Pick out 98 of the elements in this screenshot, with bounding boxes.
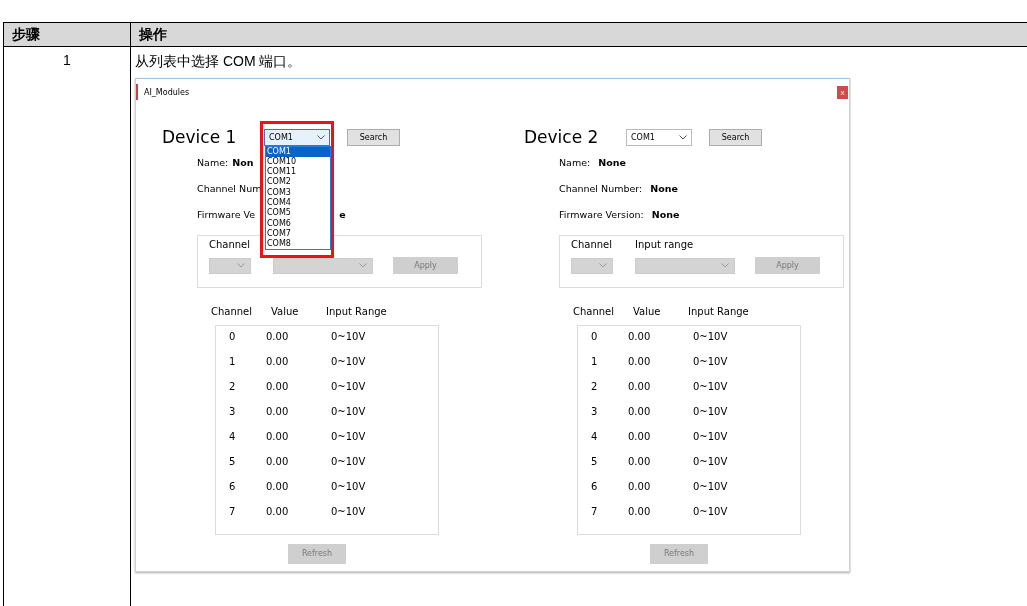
info-value: None — [650, 183, 678, 194]
table-cell-text: 0.00 — [628, 406, 652, 419]
port-option[interactable]: COM4 — [266, 198, 330, 209]
table-cell-text: 3 — [228, 406, 237, 419]
table-cell-text: 0~10V — [331, 431, 367, 444]
table-cell-text: 0~10V — [693, 506, 729, 519]
table-cell-text: 0.00 — [628, 356, 652, 369]
port-option[interactable]: COM7 — [266, 228, 330, 240]
info-label: Firmware Ve — [197, 209, 256, 220]
table-cell-text: 2 — [228, 381, 237, 394]
port-option[interactable]: COM5 — [266, 208, 330, 219]
table-cell-text: 6 — [590, 481, 599, 494]
table-header: 操作 — [138, 25, 168, 44]
search-button[interactable]: Search — [709, 128, 762, 146]
table-cell-text: 0~10V — [693, 331, 729, 344]
info-value: None — [598, 157, 626, 168]
table-cell-text: 0.00 — [266, 406, 290, 419]
close-button[interactable]: x — [837, 85, 848, 99]
table-cell-text: 0.00 — [628, 481, 652, 494]
table-cell-text: 0~10V — [331, 331, 367, 344]
table-cell-text: 0.00 — [266, 506, 290, 519]
table-cell-text: 5 — [590, 456, 599, 469]
table-cell-text: 0.00 — [628, 506, 652, 519]
table-cell-text: 2 — [590, 381, 599, 394]
search-button[interactable]: Search — [347, 128, 400, 146]
table-cell-text: 1 — [590, 356, 599, 369]
table-cell-text: 4 — [228, 431, 237, 444]
port-option[interactable]: COM6 — [266, 218, 330, 229]
column-header: Value — [271, 306, 300, 319]
info-label: Name: — [197, 157, 229, 168]
info-label: Firmware Version: — [559, 209, 644, 220]
chevron-down-icon — [679, 134, 687, 140]
info-value: e — [339, 209, 346, 220]
window-title: AI_Modules — [144, 87, 190, 97]
port-dropdown[interactable]: COM1 — [264, 128, 330, 146]
port-option[interactable]: COM3 — [266, 187, 330, 198]
column-header: Input Range — [326, 306, 388, 319]
table-cell-text: 0~10V — [331, 381, 367, 394]
table-cell-text: 0.00 — [266, 431, 290, 444]
table-cell-text: 0.00 — [628, 431, 652, 444]
device-title: Device 1 — [162, 127, 238, 147]
table-cell-text: 0~10V — [331, 406, 367, 419]
table-cell-text: 0~10V — [693, 481, 729, 494]
info-value: Non — [232, 157, 254, 168]
table-cell-text: 0~10V — [331, 481, 367, 494]
table-cell-text: 0~10V — [693, 431, 729, 444]
chevron-down-icon — [721, 263, 729, 268]
table-cell-text: 0.00 — [628, 381, 652, 394]
instruction-text: 从列表中选择 COM 端口。 — [135, 52, 303, 70]
info-label: Name: — [559, 157, 591, 168]
table-cell-text: 0.00 — [628, 331, 652, 344]
input-range-label: Input range — [635, 239, 694, 252]
device-title: Device 2 — [524, 127, 600, 147]
table-cell-text: 0~10V — [693, 406, 729, 419]
table-cell-text: 0~10V — [331, 506, 367, 519]
table-header: 步骤 — [4, 23, 131, 46]
table-cell-text: 7 — [228, 506, 237, 519]
table-cell-text: 0.00 — [628, 456, 652, 469]
port-option[interactable]: COM10 — [266, 156, 330, 168]
chevron-down-icon — [317, 134, 325, 140]
table-cell-text: 0.00 — [266, 381, 290, 394]
port-option[interactable]: COM11 — [266, 167, 330, 178]
table-cell-text: 0~10V — [693, 356, 729, 369]
channel-dropdown[interactable] — [209, 257, 251, 274]
table-cell-text: 7 — [590, 506, 599, 519]
input-range-dropdown[interactable] — [635, 257, 735, 274]
column-header: Value — [633, 306, 662, 319]
column-header: Channel — [573, 306, 616, 319]
table-cell-text: 0 — [590, 331, 599, 344]
chevron-down-icon — [237, 263, 245, 268]
table-cell-text: 4 — [590, 431, 599, 444]
table-cell-text: 5 — [228, 456, 237, 469]
port-option[interactable]: COM1 — [266, 146, 330, 157]
port-option[interactable]: COM2 — [266, 177, 330, 188]
port-option[interactable]: COM8 — [266, 239, 330, 250]
input-range-dropdown[interactable] — [273, 257, 373, 274]
column-header: Input Range — [688, 306, 750, 319]
table-cell-text: 6 — [228, 481, 237, 494]
table-cell-text: 0 — [228, 331, 237, 344]
table-cell-text: 3 — [590, 406, 599, 419]
step-number: 1 — [63, 52, 71, 68]
info-label: Channel Number: — [559, 183, 643, 194]
table-cell-text: 0.00 — [266, 481, 290, 494]
channel-label: Channel — [571, 239, 614, 252]
table-cell-text: 0~10V — [331, 356, 367, 369]
column-header: Channel — [211, 306, 254, 319]
table-cell-text: 1 — [228, 356, 237, 369]
table-cell-text: 0.00 — [266, 456, 290, 469]
table-cell-text: 0~10V — [331, 456, 367, 469]
channel-dropdown[interactable] — [571, 257, 613, 274]
port-dropdown[interactable]: COM1 — [626, 128, 692, 146]
table-cell-text: 0~10V — [693, 456, 729, 469]
table-cell-text: 0.00 — [266, 331, 290, 344]
info-value: None — [651, 209, 680, 220]
table-cell-text: 0~10V — [693, 381, 729, 394]
table-cell-text: 0.00 — [266, 356, 290, 369]
chevron-down-icon — [599, 263, 607, 268]
chevron-down-icon — [359, 263, 367, 268]
